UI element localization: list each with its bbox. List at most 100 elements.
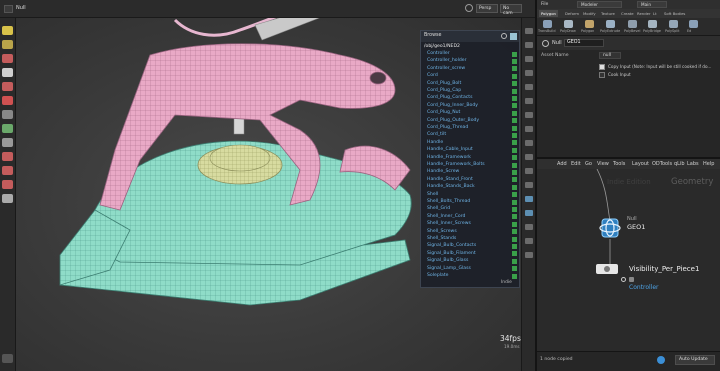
shelf-tab-lt[interactable]: Lt (651, 10, 659, 17)
polybevel-tool-icon[interactable] (628, 20, 637, 28)
status-indicator-icon[interactable] (657, 356, 665, 364)
node-name-field[interactable]: GEO1 (564, 39, 604, 47)
display-option-icon[interactable] (525, 196, 533, 202)
visibility-toggle-icon[interactable] (512, 155, 517, 161)
scene-tree-item[interactable]: Cord_Plug_Outer_Body (427, 118, 479, 123)
polygon-tool-icon[interactable] (585, 20, 594, 28)
visibility-toggle-icon[interactable] (512, 88, 517, 94)
scene-tree-item[interactable]: Shell_Grid (427, 206, 450, 211)
visibility-toggle-icon[interactable] (512, 229, 517, 235)
menu-help[interactable]: Help (703, 161, 714, 167)
pose-tool-icon[interactable] (2, 96, 13, 105)
scene-tree-item[interactable]: Shell_Bolts_Thread (427, 199, 470, 204)
view-tool-icon[interactable] (2, 138, 13, 147)
scene-tree-item[interactable]: Cord_Plug_Contacts (427, 95, 472, 100)
visibility-toggle-icon[interactable] (512, 214, 517, 220)
handle-tool-icon[interactable] (2, 110, 13, 119)
select-tool-icon[interactable] (2, 26, 13, 35)
camera-menu[interactable]: No cam (500, 4, 522, 16)
display-option-icon[interactable] (525, 70, 533, 76)
transbuild-tool-icon[interactable] (543, 20, 552, 28)
scene-tree-item[interactable]: Cord_Plug_Bolt (427, 81, 461, 86)
display-option-icon[interactable] (525, 112, 533, 118)
display-option-icon[interactable] (525, 168, 533, 174)
shelf-tab-softbodies[interactable]: Soft Bodies (662, 10, 687, 17)
desktop-select[interactable]: Modeler (577, 1, 622, 8)
visibility-toggle-icon[interactable] (512, 162, 517, 168)
null-node-name[interactable]: GEO1 (627, 223, 645, 231)
visibility-toggle-icon[interactable] (512, 103, 517, 109)
lock-icon[interactable] (629, 277, 634, 282)
scale-tool-icon[interactable] (2, 82, 13, 91)
visibility-toggle-icon[interactable] (512, 243, 517, 249)
visibility-toggle-icon[interactable] (512, 221, 517, 227)
cook-input-checkbox[interactable] (599, 72, 605, 78)
visibility-toggle-icon[interactable] (512, 51, 517, 57)
visibility-toggle-icon[interactable] (512, 58, 517, 64)
menu-labs[interactable]: Labs (687, 161, 699, 167)
copy-input-checkbox[interactable] (599, 64, 605, 70)
scene-tree-item[interactable]: Signal_Bulb_Filament (427, 251, 476, 256)
menu-file[interactable]: File (541, 2, 548, 7)
visibility-toggle-icon[interactable] (512, 177, 517, 183)
menu-layout[interactable]: Layout (632, 161, 649, 167)
scene-tree-item[interactable]: Handle_Framework (427, 155, 471, 160)
brush-tool-icon[interactable] (2, 166, 13, 175)
menu-tools[interactable]: Tools (613, 161, 625, 167)
visibility-toggle-icon[interactable] (512, 199, 517, 205)
edit-tool-icon[interactable] (689, 20, 698, 28)
scene-viewport[interactable]: Null Persp No cam Browse /obj/geo1/NED2 … (0, 0, 535, 371)
menu-qlib[interactable]: qLib (674, 161, 685, 167)
settings-icon[interactable] (2, 354, 13, 363)
update-mode-select[interactable]: Auto Update (675, 355, 715, 365)
display-option-icon[interactable] (525, 42, 533, 48)
scene-tree-item[interactable]: Cord (427, 73, 438, 78)
visibility-toggle-icon[interactable] (512, 192, 517, 198)
shelf-tab-render[interactable]: Render (635, 10, 653, 17)
perspective-menu[interactable]: Persp (476, 4, 498, 13)
visibility-toggle-icon[interactable] (512, 273, 517, 279)
display-option-icon[interactable] (525, 182, 533, 188)
scene-tree-root[interactable]: /obj/geo1/NED2 (424, 44, 460, 49)
asset-name-field[interactable]: null (599, 52, 621, 59)
scene-tree-item[interactable]: Handle (427, 140, 443, 145)
paint-tool-icon[interactable] (2, 124, 13, 133)
scene-tree-item[interactable]: Cord_Plug_Nut (427, 110, 460, 115)
polybridge-tool-icon[interactable] (648, 20, 657, 28)
scene-tree-item[interactable]: Controller (427, 51, 450, 56)
visibility-toggle-icon[interactable] (512, 147, 517, 153)
shelf-tab-create[interactable]: Create (619, 10, 636, 17)
visibility-toggle-icon[interactable] (512, 140, 517, 146)
display-option-icon[interactable] (525, 252, 533, 258)
shelf-tab-texture[interactable]: Texture (599, 10, 617, 17)
shelf-tab-modify[interactable]: Modify (581, 10, 598, 17)
scene-tree-item[interactable]: Handle_Stand_Front (427, 177, 473, 182)
display-option-icon[interactable] (525, 224, 533, 230)
scene-tree-item[interactable]: Handle_Cable_Input (427, 147, 473, 152)
network-editor[interactable]: Indie Edition Geometry Null GEO1 Visibil… (537, 169, 720, 351)
visibility-toggle-icon[interactable] (512, 184, 517, 190)
shelf-tab-polygon[interactable]: Polygon (539, 10, 558, 17)
move-tool-icon[interactable] (2, 40, 13, 49)
null-node[interactable] (597, 216, 623, 240)
snap-tool-icon[interactable] (2, 152, 13, 161)
menu-edit[interactable]: Edit (571, 161, 581, 167)
render-tool-icon[interactable] (2, 194, 13, 203)
menu-view[interactable]: View (597, 161, 609, 167)
gear-icon[interactable] (501, 33, 507, 39)
scene-tree-item[interactable]: Soleplate (427, 273, 448, 278)
display-option-icon[interactable] (525, 98, 533, 104)
shelf-tab-deform[interactable]: Deform (563, 10, 581, 17)
display-option-icon[interactable] (525, 126, 533, 132)
menu-odtools[interactable]: ODTools (652, 161, 672, 167)
scene-tree-item[interactable]: Handle_Screw (427, 169, 459, 174)
display-option-icon[interactable] (525, 154, 533, 160)
scene-tree-item[interactable]: Cord_Plug_Thread (427, 125, 468, 130)
lock-icon[interactable] (2, 68, 13, 77)
magnet-tool-icon[interactable] (2, 180, 13, 189)
visibility-toggle-icon[interactable] (512, 66, 517, 72)
filter-icon[interactable] (510, 33, 517, 40)
scene-tree-item[interactable]: Cord_Plug_Inner_Body (427, 103, 478, 108)
scene-tree-item[interactable]: Shell (427, 192, 438, 197)
camera-icon[interactable] (465, 4, 473, 12)
